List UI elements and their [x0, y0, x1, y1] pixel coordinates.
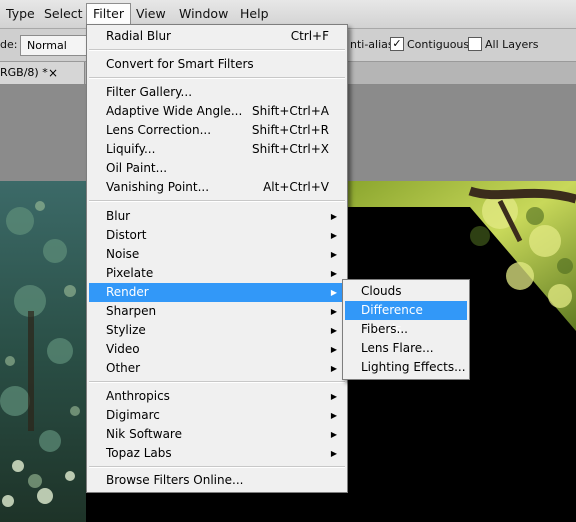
menu-item-label: Vanishing Point...	[106, 180, 210, 194]
submenu-arrow-icon: ▶	[330, 449, 337, 458]
submenu-item-label: Lighting Effects...	[361, 360, 466, 374]
menu-item-shortcut: Alt+Ctrl+V	[263, 180, 329, 194]
menu-item-video[interactable]: Video ▶	[89, 340, 345, 359]
menu-item-nik-software[interactable]: Nik Software ▶	[89, 425, 345, 444]
menu-item-oil-paint[interactable]: Oil Paint...	[89, 159, 345, 178]
submenu-arrow-icon: ▶	[330, 212, 337, 221]
menu-item-radial-blur[interactable]: Radial Blur Ctrl+F	[89, 27, 345, 46]
submenu-item-label: Clouds	[361, 284, 402, 298]
menu-item-shortcut: Shift+Ctrl+X	[252, 142, 329, 156]
submenu-arrow-icon: ▶	[330, 231, 337, 240]
submenu-arrow-icon: ▶	[330, 345, 337, 354]
menu-item-lens-correction[interactable]: Lens Correction... Shift+Ctrl+R	[89, 121, 345, 140]
menu-item-label: Render	[106, 285, 149, 299]
menu-item-label: Adaptive Wide Angle...	[106, 104, 243, 118]
contiguous-checkbox[interactable]: ✓	[390, 37, 404, 51]
submenu-item-difference-clouds[interactable]: Difference Clouds	[345, 301, 467, 336]
submenu-item-label: Lens Flare...	[361, 341, 434, 355]
menu-item-convert-smart-filters[interactable]: Convert for Smart Filters	[89, 55, 345, 74]
submenu-arrow-icon: ▶	[330, 430, 337, 439]
menu-separator	[89, 200, 345, 202]
menu-item-label: Nik Software	[106, 427, 182, 441]
menu-item-filter-gallery[interactable]: Filter Gallery...	[89, 83, 345, 102]
menu-item-label: Noise	[106, 247, 140, 261]
menu-item-noise[interactable]: Noise ▶	[89, 245, 345, 264]
menu-item-shortcut: Shift+Ctrl+R	[251, 123, 329, 137]
menu-item-stylize[interactable]: Stylize ▶	[89, 321, 345, 340]
menu-item-label: Topaz Labs	[106, 446, 172, 460]
menu-item-shortcut: Shift+Ctrl+A	[252, 104, 329, 118]
submenu-arrow-icon: ▶	[330, 411, 337, 420]
all-layers-label[interactable]: All Layers	[485, 38, 539, 51]
menu-item-anthropics[interactable]: Anthropics ▶	[89, 387, 345, 406]
render-submenu: Clouds Difference Clouds Fibers... Lens …	[342, 279, 470, 380]
mode-label: de:	[0, 38, 18, 51]
menu-item-label: Anthropics	[106, 389, 170, 403]
menu-window[interactable]: Window	[173, 4, 234, 24]
menu-item-label: Pixelate	[106, 266, 154, 280]
menu-item-label: Other	[106, 361, 141, 375]
submenu-arrow-icon: ▶	[330, 364, 337, 373]
menu-item-digimarc[interactable]: Digimarc ▶	[89, 406, 345, 425]
menu-select[interactable]: Select	[38, 4, 89, 24]
antialias-label[interactable]: nti-alias	[350, 38, 394, 51]
menu-view[interactable]: View	[130, 4, 172, 24]
document-tab-label: RGB/8) *	[0, 66, 48, 79]
submenu-arrow-icon: ▶	[330, 307, 337, 316]
menu-item-adaptive-wide-angle[interactable]: Adaptive Wide Angle... Shift+Ctrl+A	[89, 102, 345, 121]
menu-item-shortcut: Ctrl+F	[290, 29, 329, 43]
submenu-arrow-icon: ▶	[330, 288, 337, 297]
submenu-item-clouds[interactable]: Clouds	[345, 282, 467, 301]
mode-select[interactable]: Normal	[20, 35, 94, 56]
menu-item-other[interactable]: Other ▶	[89, 359, 345, 378]
menu-item-label: Liquify...	[106, 142, 156, 156]
menu-item-label: Radial Blur	[106, 29, 171, 43]
menu-item-sharpen[interactable]: Sharpen ▶	[89, 302, 345, 321]
menu-filter[interactable]: Filter	[86, 3, 131, 25]
menu-item-distort[interactable]: Distort ▶	[89, 226, 345, 245]
submenu-arrow-icon: ▶	[330, 326, 337, 335]
menu-item-pixelate[interactable]: Pixelate ▶	[89, 264, 345, 283]
menu-item-browse-filters-online[interactable]: Browse Filters Online...	[89, 471, 345, 490]
menu-help[interactable]: Help	[234, 4, 275, 24]
document-tab[interactable]: RGB/8) * ×	[0, 62, 85, 84]
contiguous-label[interactable]: Contiguous	[407, 38, 469, 51]
menu-item-label: Browse Filters Online...	[106, 473, 244, 487]
menu-item-blur[interactable]: Blur ▶	[89, 207, 345, 226]
menu-separator	[89, 49, 345, 51]
menu-item-label: Stylize	[106, 323, 146, 337]
menu-item-label: Filter Gallery...	[106, 85, 193, 99]
submenu-item-label: Fibers...	[361, 322, 408, 336]
submenu-item-lens-flare[interactable]: Lens Flare...	[345, 339, 467, 358]
menu-item-label: Blur	[106, 209, 131, 223]
menu-item-label: Sharpen	[106, 304, 157, 318]
submenu-arrow-icon: ▶	[330, 392, 337, 401]
menu-type[interactable]: Type	[0, 4, 41, 24]
filter-menu: Radial Blur Ctrl+F Convert for Smart Fil…	[86, 24, 348, 493]
menu-item-label: Video	[106, 342, 140, 356]
menu-separator	[89, 77, 345, 79]
menu-item-render[interactable]: Render ▶	[89, 283, 345, 302]
menu-item-topaz-labs[interactable]: Topaz Labs ▶	[89, 444, 345, 463]
menu-item-label: Oil Paint...	[106, 161, 168, 175]
menu-separator	[89, 466, 345, 468]
submenu-arrow-icon: ▶	[330, 269, 337, 278]
menu-item-label: Convert for Smart Filters	[106, 57, 254, 71]
menu-item-label: Distort	[106, 228, 147, 242]
submenu-arrow-icon: ▶	[330, 250, 337, 259]
submenu-item-fibers[interactable]: Fibers...	[345, 320, 467, 339]
menu-item-label: Digimarc	[106, 408, 160, 422]
menu-item-liquify[interactable]: Liquify... Shift+Ctrl+X	[89, 140, 345, 159]
close-icon[interactable]: ×	[48, 62, 58, 84]
submenu-item-lighting-effects[interactable]: Lighting Effects...	[345, 358, 467, 377]
menu-item-label: Lens Correction...	[106, 123, 212, 137]
menu-item-vanishing-point[interactable]: Vanishing Point... Alt+Ctrl+V	[89, 178, 345, 197]
all-layers-checkbox[interactable]	[468, 37, 482, 51]
menu-separator	[89, 381, 345, 383]
